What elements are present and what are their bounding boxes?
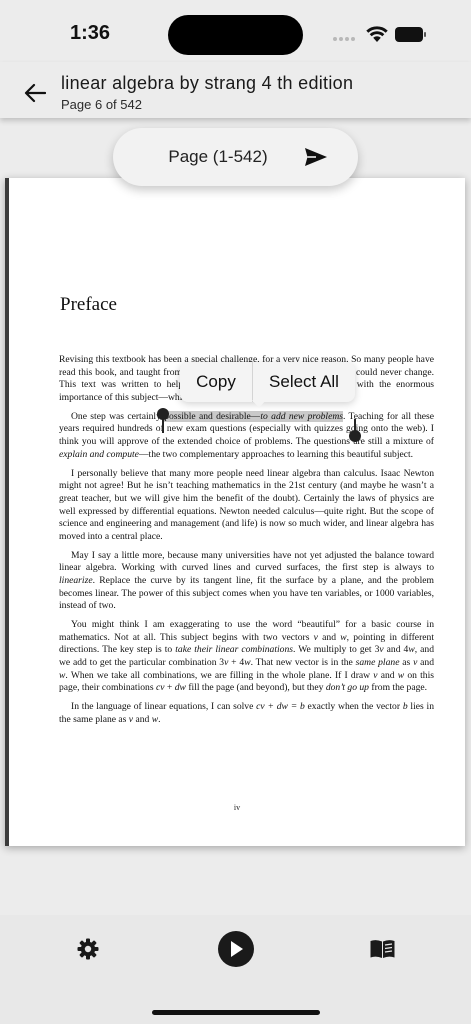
- select-all-button[interactable]: Select All: [253, 362, 355, 402]
- paragraph-text: fill the page (and beyond), but they: [185, 682, 326, 694]
- emphasis-text: don’t go up: [325, 682, 369, 694]
- wifi-icon: [366, 26, 388, 42]
- paragraph-text: from the page.: [368, 682, 428, 694]
- paragraph-text: and: [417, 657, 434, 669]
- paragraph-text: In the language of linear equations, I c…: [71, 701, 257, 713]
- paragraph-text: . We multiply to get 3: [293, 644, 380, 656]
- arrow-left-icon: [24, 83, 46, 103]
- book-title: linear algebra by strang 4 th edition: [61, 73, 354, 93]
- paragraph-text: and: [133, 713, 152, 725]
- cellular-signal-icon: [333, 37, 357, 43]
- paragraph-text: and: [377, 669, 398, 681]
- selected-text[interactable]: possible and desirable—: [164, 410, 261, 422]
- battery-icon: [395, 27, 427, 42]
- paragraph[interactable]: I personally believe that many more peop…: [59, 468, 434, 544]
- page-indicator: Page 6 of 542: [61, 97, 142, 112]
- paragraph-text: . That new vector is in the: [250, 657, 356, 669]
- selected-text-italic-content: to add new problems: [260, 410, 343, 422]
- paragraph-text: + 4: [228, 657, 245, 669]
- paragraph-text: exactly when the vector: [304, 701, 403, 713]
- go-to-page-button[interactable]: [301, 144, 331, 170]
- emphasis-text: linearize: [59, 575, 93, 586]
- open-book-icon: [370, 940, 395, 958]
- home-indicator[interactable]: [152, 1010, 320, 1015]
- text-selection-menu: Copy Select All: [180, 362, 355, 408]
- paragraph-text: .: [158, 713, 161, 725]
- selection-start-handle[interactable]: [157, 408, 169, 433]
- paragraph-text: and: [317, 631, 341, 643]
- dynamic-island: [168, 15, 303, 55]
- play-button[interactable]: [218, 931, 254, 967]
- status-bar: 1:36: [0, 0, 471, 62]
- page-jump-bar: [113, 128, 358, 186]
- paragraph-text: . When we take all combinations, we are …: [65, 669, 374, 681]
- status-time: 1:36: [70, 22, 111, 44]
- paragraph-text: . Replace the curve by its tangent line,…: [59, 575, 434, 612]
- math-equation: cv + dw = b: [256, 701, 305, 713]
- emphasis-text: take their linear combinations: [175, 644, 294, 656]
- paragraph-text: May I say a little more, because many un…: [59, 549, 434, 574]
- send-icon: [305, 148, 327, 166]
- emphasis-text: same plane: [355, 657, 400, 669]
- page-number-input[interactable]: [133, 142, 303, 172]
- paragraph[interactable]: May I say a little more, because many un…: [59, 550, 434, 613]
- paragraph[interactable]: In the language of linear equations, I c…: [59, 701, 434, 726]
- selection-end-handle[interactable]: [349, 419, 361, 442]
- copy-button[interactable]: Copy: [180, 362, 253, 402]
- page-body[interactable]: Revising this textbook has been a specia…: [59, 354, 434, 733]
- paragraph-text: One step was certainly: [71, 410, 165, 422]
- selected-text-italic[interactable]: to add new problems: [260, 410, 343, 422]
- back-button[interactable]: [22, 80, 48, 106]
- gear-icon: [77, 938, 99, 960]
- paragraph[interactable]: One step was certainly possible and desi…: [59, 410, 434, 461]
- settings-button[interactable]: [76, 937, 100, 961]
- document-page[interactable]: Preface Revising this textbook has been …: [5, 178, 465, 846]
- paragraph-text: as: [399, 657, 414, 669]
- paragraph-text: and 4: [383, 644, 409, 656]
- paragraph-text: I personally believe that many more peop…: [59, 467, 434, 542]
- math-var: dw: [174, 682, 186, 694]
- paragraph[interactable]: You might think I am exaggerating to use…: [59, 619, 434, 695]
- play-icon: [231, 941, 243, 957]
- app-bar: linear algebra by strang 4 th edition Pa…: [0, 62, 471, 118]
- emphasis-text: explain and compute: [59, 448, 139, 460]
- paragraph-text: —the two complementary approaches to lea…: [138, 448, 414, 460]
- math-var: cv: [155, 682, 165, 694]
- bottom-toolbar: [0, 915, 471, 1024]
- book-button[interactable]: [370, 939, 395, 959]
- page-number: iv: [233, 803, 241, 812]
- paragraph-text: +: [164, 682, 175, 694]
- page-heading: Preface: [60, 294, 117, 315]
